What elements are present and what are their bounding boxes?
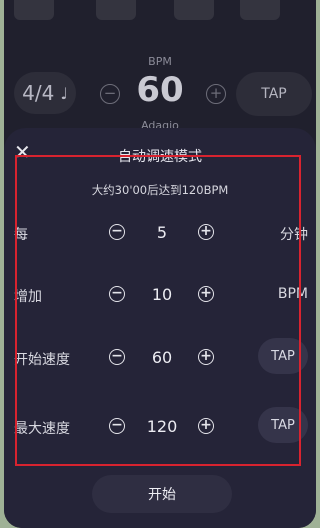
sheet-subtitle: 大约30'00后达到120BPM [91, 183, 229, 197]
max-tempo-tap-button[interactable]: TAP [258, 407, 308, 443]
max-tempo-label: 最大速度 [14, 421, 70, 437]
interval-increase-button[interactable]: + [198, 224, 214, 240]
sheet-title: 自动调速模式 [118, 149, 202, 165]
tap-tempo-button[interactable]: TAP [236, 72, 312, 116]
increment-value: 10 [151, 285, 173, 304]
quarter-note-icon: ♩ [60, 83, 68, 103]
bpm-decrease-button[interactable]: − [100, 84, 120, 104]
start-tempo-decrease-button[interactable]: − [109, 349, 125, 365]
beat-indicator[interactable] [174, 0, 214, 20]
max-tempo-value: 120 [146, 417, 178, 436]
start-tempo-increase-button[interactable]: + [198, 349, 214, 365]
bpm-increase-button[interactable]: + [206, 84, 226, 104]
beat-indicator[interactable] [240, 0, 280, 20]
interval-unit: 分钟 [280, 227, 308, 243]
increment-increase-button[interactable]: + [198, 286, 214, 302]
start-tempo-value: 60 [151, 348, 173, 367]
interval-label: 每 [14, 227, 28, 243]
increment-unit: BPM [277, 286, 308, 302]
interval-decrease-button[interactable]: − [109, 224, 125, 240]
metronome-app: BPM 60 Adagio 4/4 ♩ − + TAP [4, 0, 316, 528]
max-tempo-decrease-button[interactable]: − [109, 418, 125, 434]
beat-indicator[interactable] [14, 0, 54, 20]
interval-value: 5 [156, 223, 168, 242]
increment-label: 增加 [14, 289, 42, 305]
start-tempo-tap-button[interactable]: TAP [258, 338, 308, 374]
max-tempo-increase-button[interactable]: + [198, 418, 214, 434]
beat-indicator[interactable] [96, 0, 136, 20]
time-signature-button[interactable]: 4/4 ♩ [14, 72, 76, 114]
start-tempo-label: 开始速度 [14, 352, 70, 368]
time-signature-label: 4/4 [22, 81, 55, 105]
bpm-caption: BPM [148, 55, 172, 68]
increment-decrease-button[interactable]: − [109, 286, 125, 302]
start-button[interactable]: 开始 [92, 475, 232, 513]
